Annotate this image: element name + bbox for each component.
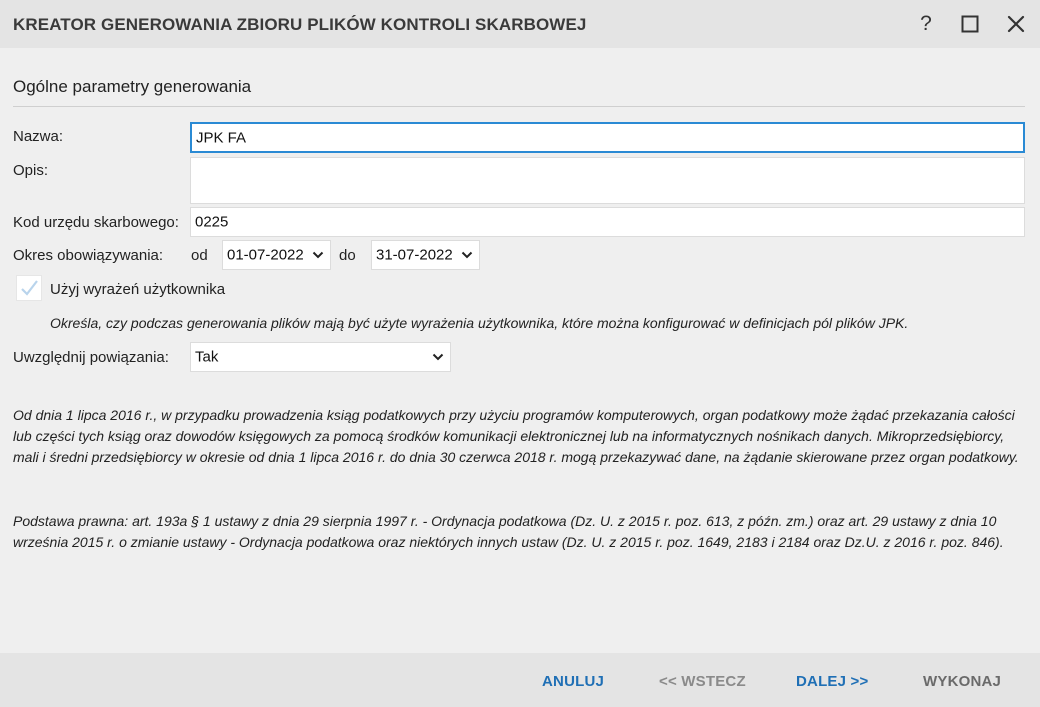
period-label: Okres obowiązywania:	[13, 247, 164, 264]
user-expressions-hint: Określa, czy podczas generowania plików …	[50, 315, 909, 331]
chevron-down-icon	[461, 251, 473, 259]
relations-select[interactable]: Tak	[190, 342, 451, 372]
period-from-value: 01-07-2022	[227, 246, 304, 264]
section-title: Ogólne parametry generowania	[13, 77, 252, 96]
tax-office-label: Kod urzędu skarbowego:	[13, 214, 179, 231]
period-from-select[interactable]: 01-07-2022	[222, 240, 331, 270]
period-to-select[interactable]: 31-07-2022	[371, 240, 480, 270]
period-from-label: od	[191, 247, 208, 264]
checkmark-icon	[21, 280, 38, 296]
back-button[interactable]: << WSTECZ	[659, 673, 746, 690]
next-button[interactable]: DALEJ >>	[796, 673, 868, 690]
name-label: Nazwa:	[13, 128, 64, 145]
legal-basis-paragraph: Podstawa prawna: art. 193a § 1 ustawy z …	[13, 513, 1004, 550]
chevron-down-icon	[432, 353, 444, 361]
period-to-label: do	[339, 247, 356, 264]
period-to-value: 31-07-2022	[376, 246, 453, 264]
user-expressions-label[interactable]: Użyj wyrażeń użytkownika	[50, 281, 225, 298]
window-title: KREATOR GENEROWANIA ZBIORU PLIKÓW KONTRO…	[13, 15, 587, 34]
chevron-down-icon	[312, 251, 324, 259]
relations-value: Tak	[195, 348, 219, 366]
tax-office-input[interactable]: 0225	[190, 207, 1025, 237]
name-input-value: JPK FA	[196, 129, 247, 146]
help-icon[interactable]: ?	[912, 10, 940, 38]
description-label: Opis:	[13, 162, 49, 179]
user-expressions-checkbox[interactable]	[16, 275, 42, 301]
relations-label: Uwzględnij powiązania:	[13, 349, 169, 366]
tax-office-value: 0225	[195, 213, 229, 231]
description-textarea[interactable]	[190, 157, 1025, 204]
maximize-icon[interactable]	[956, 10, 984, 38]
info-paragraph: Od dnia 1 lipca 2016 r., w przypadku pro…	[13, 407, 1019, 465]
section-divider	[13, 106, 1025, 107]
name-input[interactable]: JPK FA	[190, 122, 1025, 153]
close-icon[interactable]	[1002, 10, 1030, 38]
footer-bar	[0, 653, 1040, 707]
cancel-button[interactable]: ANULUJ	[542, 673, 604, 690]
execute-button[interactable]: WYKONAJ	[923, 673, 1001, 690]
